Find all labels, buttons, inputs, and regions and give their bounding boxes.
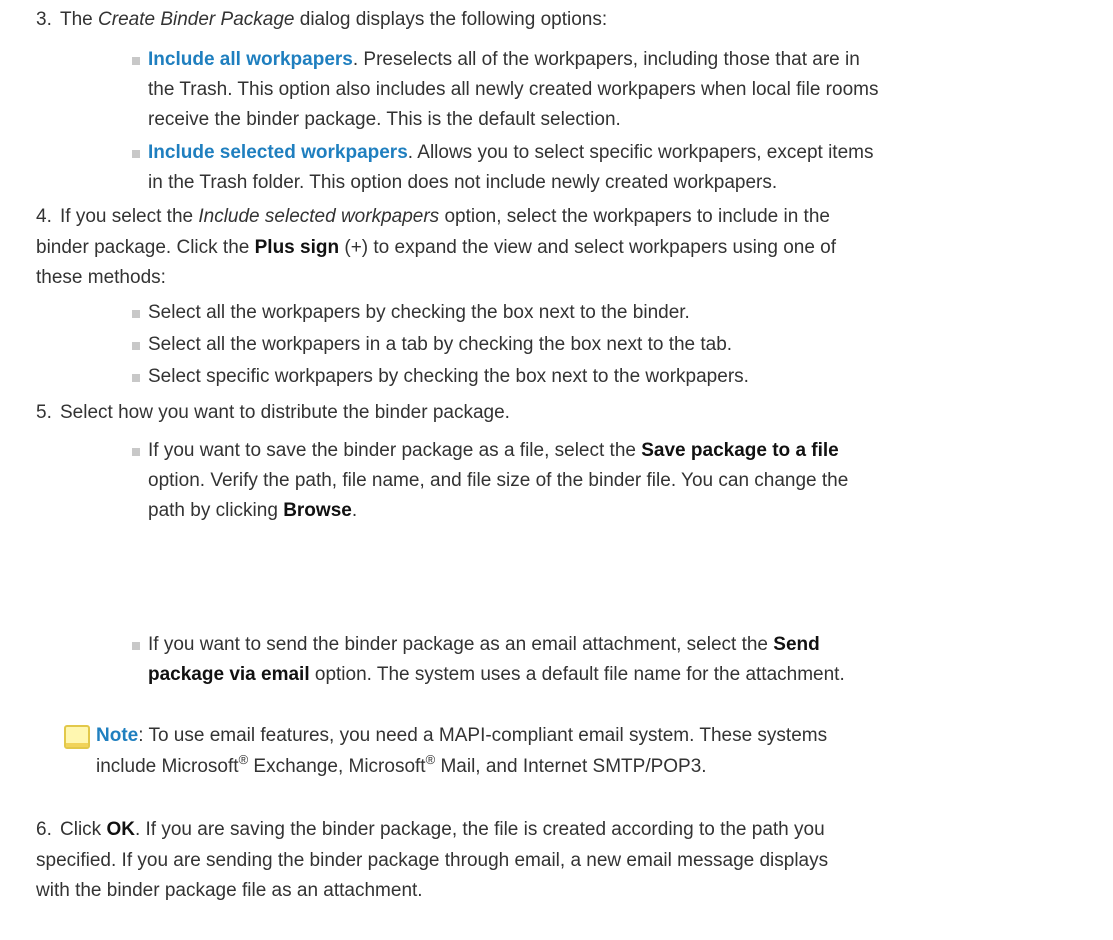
- bullet-icon: [132, 310, 140, 318]
- step-number: 5.: [36, 402, 52, 423]
- bullet-icon: [132, 374, 140, 382]
- save-package-option-label: Save package to a file: [641, 440, 839, 461]
- note-label: Note: [96, 725, 139, 746]
- note-icon: [64, 725, 90, 749]
- step-text: If you select the Include selected workp…: [60, 206, 830, 227]
- bullet-icon: [132, 642, 140, 650]
- note-text: include Microsoft® Exchange, Microsoft® …: [96, 752, 707, 777]
- plus-sign-label: Plus sign: [254, 237, 340, 258]
- step-text: The Create Binder Package dialog display…: [60, 9, 608, 30]
- step-number: 6.: [36, 819, 52, 840]
- include-all-workpapers-link[interactable]: Include all workpapers: [148, 49, 353, 70]
- browse-label: Browse: [283, 500, 352, 521]
- bullet-icon: [132, 150, 140, 158]
- ok-label: OK: [106, 819, 135, 840]
- send-package-option-label: Send: [773, 634, 820, 655]
- bullet-icon: [132, 448, 140, 456]
- bullet-icon: [132, 57, 140, 65]
- note-text: Note: To use email features, you need a …: [96, 725, 828, 746]
- dialog-name: Create Binder Package: [98, 9, 295, 30]
- include-selected-workpapers-link[interactable]: Include selected workpapers: [148, 142, 408, 163]
- step-text: Select how you want to distribute the bi…: [60, 402, 510, 423]
- document-page: 3. The Create Binder Package dialog disp…: [0, 0, 1113, 940]
- step-text: Click OK. If you are saving the binder p…: [60, 819, 825, 840]
- bullet-icon: [132, 342, 140, 350]
- step-number: 4.: [36, 206, 52, 227]
- step-number: 3.: [36, 9, 52, 30]
